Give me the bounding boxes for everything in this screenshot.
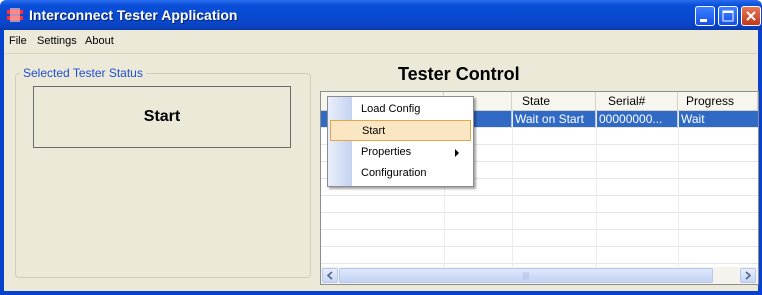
scroll-right-button[interactable] <box>740 268 756 283</box>
row-cell-serial: 00000000... <box>596 111 678 128</box>
tester-control-title: Tester Control <box>398 64 520 84</box>
maximize-icon <box>722 10 734 22</box>
context-menu-label: Load Config <box>361 103 421 115</box>
minimize-icon <box>700 19 707 22</box>
context-menu-label: Start <box>362 125 386 137</box>
empty-row <box>321 247 758 264</box>
menu-file[interactable]: File <box>9 35 27 47</box>
chevron-right-icon <box>745 271 752 280</box>
horizontal-scrollbar[interactable]: ||| <box>321 267 758 284</box>
context-menu-label: Properties <box>361 146 412 158</box>
column-header-serial[interactable]: Serial# <box>596 92 678 111</box>
empty-row <box>321 230 758 247</box>
context-menu-label: Configuration <box>361 167 427 179</box>
menu-bar: File Settings About <box>4 30 758 54</box>
app-window: Interconnect Tester Application File Set… <box>0 0 762 295</box>
close-button[interactable] <box>741 6 761 26</box>
grid-divider <box>678 111 679 267</box>
menu-settings[interactable]: Settings <box>37 35 77 47</box>
scroll-left-button[interactable] <box>322 268 338 283</box>
window-frame-bottom <box>0 291 762 295</box>
row-cell-progress: Wait <box>681 112 705 126</box>
title-bar[interactable]: Interconnect Tester Application <box>0 0 762 30</box>
column-header-state[interactable]: State <box>512 92 596 111</box>
window-title: Interconnect Tester Application <box>29 7 238 23</box>
maximize-button[interactable] <box>718 6 738 26</box>
empty-row <box>321 196 758 213</box>
scroll-thumb[interactable]: ||| <box>339 268 713 283</box>
minimize-button[interactable] <box>695 6 715 26</box>
context-menu-properties[interactable]: Properties <box>330 142 471 163</box>
tester-status-text: Start <box>143 108 181 125</box>
context-menu-start[interactable]: Start <box>330 120 471 141</box>
context-menu-load-config[interactable]: Load Config <box>330 99 471 120</box>
grid-divider <box>596 111 597 267</box>
chevron-left-icon <box>326 271 333 280</box>
close-icon <box>746 11 756 21</box>
menu-about[interactable]: About <box>85 35 114 47</box>
app-icon <box>7 8 23 22</box>
grid-divider <box>512 111 513 267</box>
context-menu: Load Config Start Properties Configurati… <box>327 96 474 187</box>
status-groupbox-legend: Selected Tester Status <box>20 66 146 80</box>
tester-status-display: Start <box>33 86 291 148</box>
column-header-progress[interactable]: Progress <box>678 92 758 111</box>
empty-row <box>321 213 758 230</box>
context-menu-configuration[interactable]: Configuration <box>330 163 471 184</box>
row-cell-state: Wait on Start <box>512 111 596 128</box>
submenu-arrow-icon <box>455 149 459 157</box>
